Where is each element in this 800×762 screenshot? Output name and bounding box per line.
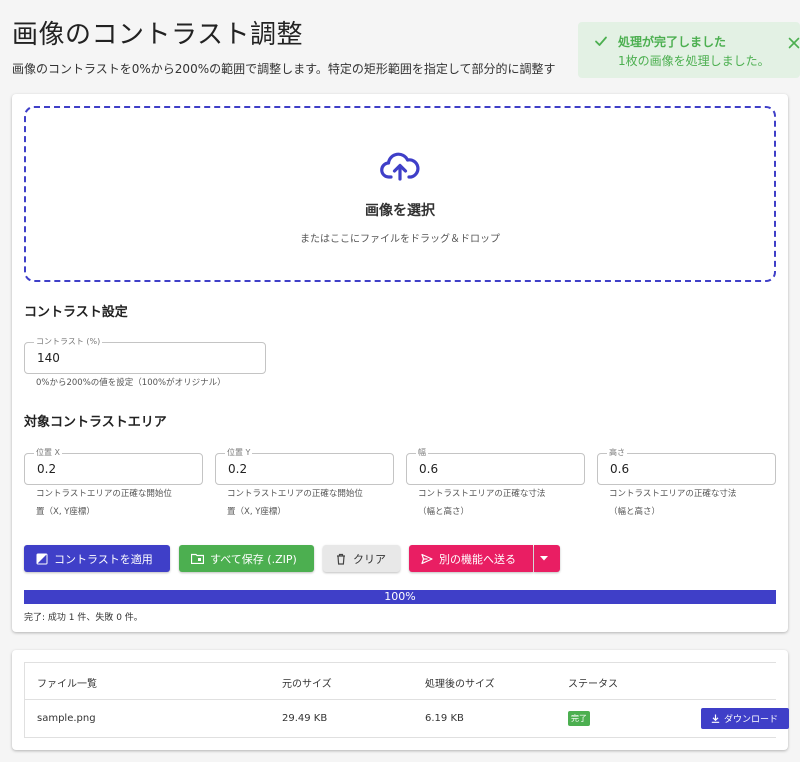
send-icon — [421, 553, 433, 564]
save-all-zip-label: すべて保存 (.ZIP) — [210, 552, 297, 566]
contrast-settings-title: コントラスト設定 — [24, 305, 128, 320]
contrast-field-label: コントラスト (%) — [34, 337, 103, 347]
download-button[interactable]: ダウンロード — [701, 708, 789, 729]
original-size: 29.49 KB — [282, 713, 328, 724]
height-label: 高さ — [607, 448, 627, 458]
width-helper: コントラストエリアの正確な寸法 （幅と高さ） — [418, 489, 546, 517]
table-header: ファイル一覧 元のサイズ 処理後のサイズ ステータス — [25, 663, 776, 700]
width-label: 幅 — [416, 448, 428, 458]
file-list-card: ファイル一覧 元のサイズ 処理後のサイズ ステータス sample.png 29… — [12, 650, 789, 750]
header-status: ステータス — [568, 679, 618, 690]
page-description: 画像のコントラストを0%から200%の範囲で調整します。特定の矩形範囲を指定して… — [12, 62, 556, 76]
page-title: 画像のコントラスト調整 — [12, 20, 303, 50]
table-row: sample.png 29.49 KB 6.19 KB 完了 ダウンロード — [25, 700, 789, 738]
cloud-upload-icon — [380, 150, 420, 186]
send-dropdown-button[interactable] — [534, 545, 560, 572]
position-y-label: 位置 Y — [225, 448, 253, 458]
trash-icon — [337, 553, 345, 565]
dropzone-title: 画像を選択 — [365, 203, 435, 219]
position-y-input[interactable]: 0.2 — [228, 462, 370, 476]
apply-contrast-button[interactable]: コントラストを適用 — [24, 545, 170, 572]
dropzone-subtitle: またはここにファイルをドラッグ＆ドロップ — [300, 234, 500, 245]
download-icon — [711, 714, 720, 723]
success-toast: 処理が完了しました 1枚の画像を処理しました。 — [578, 22, 800, 78]
contrast-helper: 0%から200%の値を設定（100%がオリジナル） — [36, 378, 226, 388]
progress-label: 100% — [384, 590, 416, 603]
apply-contrast-label: コントラストを適用 — [54, 552, 153, 566]
header-file-list: ファイル一覧 — [37, 679, 97, 690]
clear-label: クリア — [353, 552, 386, 566]
file-name: sample.png — [37, 713, 96, 724]
send-to-feature-button[interactable]: 別の機能へ送る — [409, 545, 533, 572]
toast-message: 1枚の画像を処理しました。 — [618, 54, 770, 68]
position-x-field[interactable]: 位置 X 0.2 — [24, 448, 203, 485]
width-field[interactable]: 幅 0.6 — [406, 448, 585, 485]
position-y-helper: コントラストエリアの正確な開始位 置（X, Y座標） — [227, 489, 363, 517]
height-helper: コントラストエリアの正確な寸法 （幅と高さ） — [609, 489, 737, 517]
height-input[interactable]: 0.6 — [610, 462, 752, 476]
save-all-zip-button[interactable]: すべて保存 (.ZIP) — [179, 545, 314, 572]
position-x-input[interactable]: 0.2 — [37, 462, 179, 476]
file-table: ファイル一覧 元のサイズ 処理後のサイズ ステータス sample.png 29… — [24, 662, 789, 738]
image-adjust-icon — [36, 553, 48, 564]
check-icon — [594, 33, 608, 52]
status-badge: 完了 — [568, 711, 590, 726]
file-dropzone[interactable]: 画像を選択 またはここにファイルをドラッグ＆ドロップ — [24, 106, 776, 282]
contrast-input[interactable]: 140 — [37, 351, 229, 365]
caret-down-icon — [540, 556, 548, 561]
position-x-helper: コントラストエリアの正確な開始位 置（X, Y座標） — [36, 489, 172, 517]
send-to-feature-label: 別の機能へ送る — [439, 552, 516, 566]
header-original-size: 元のサイズ — [282, 679, 332, 690]
clear-button[interactable]: クリア — [323, 545, 400, 572]
header-processed-size: 処理後のサイズ — [425, 679, 495, 690]
position-y-field[interactable]: 位置 Y 0.2 — [215, 448, 394, 485]
area-settings-title: 対象コントラストエリア — [24, 415, 167, 430]
processed-size: 6.19 KB — [425, 713, 464, 724]
contrast-field[interactable]: コントラスト (%) 140 — [24, 337, 266, 374]
height-field[interactable]: 高さ 0.6 — [597, 448, 776, 485]
close-icon[interactable] — [788, 34, 800, 53]
position-x-label: 位置 X — [34, 448, 63, 458]
width-input[interactable]: 0.6 — [419, 462, 561, 476]
progress-bar: 100% — [24, 590, 776, 604]
download-label: ダウンロード — [724, 715, 779, 725]
progress-status: 完了: 成功 1 件、失敗 0 件。 — [24, 613, 143, 623]
settings-card: 画像を選択 またはここにファイルをドラッグ＆ドロップ コントラスト設定 コントラ… — [12, 94, 788, 632]
toast-title: 処理が完了しました — [618, 35, 727, 49]
folder-zip-icon — [191, 553, 204, 564]
